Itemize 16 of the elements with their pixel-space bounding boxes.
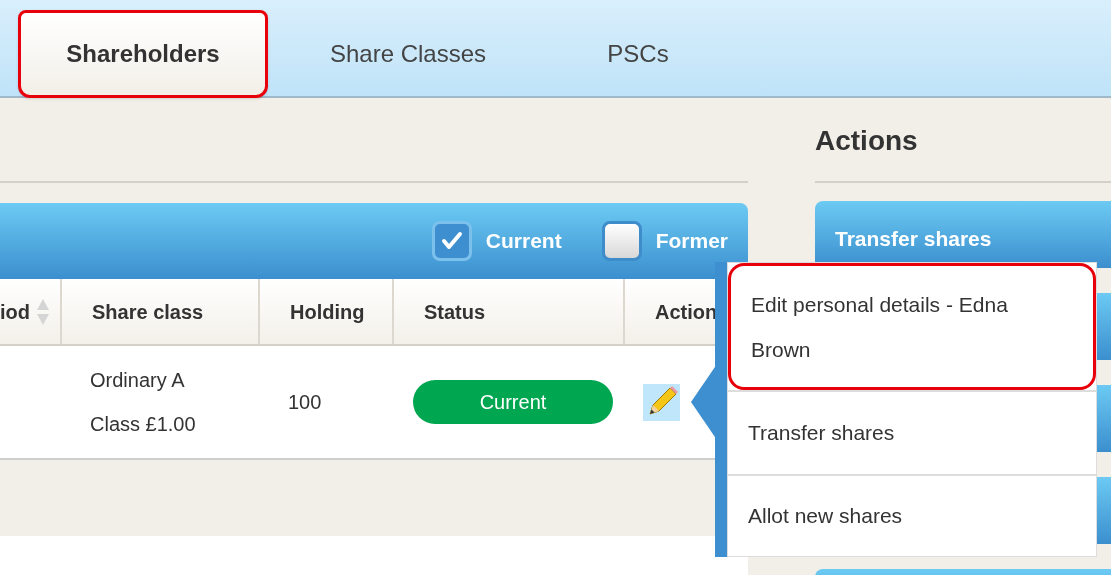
status-badge: Current [413,380,613,424]
menu-item[interactable]: Edit personal details - Edna Brown [728,263,1096,391]
table-cell-text: Ordinary A Class £1.00 [90,368,197,437]
column-header[interactable]: Share class [60,279,258,344]
column-header[interactable]: iod [0,279,60,344]
filter-label: Former [655,228,728,255]
table-cell: 100 [288,391,322,413]
tab[interactable]: Shareholders [18,10,268,98]
tab[interactable]: PSCs [548,10,728,98]
column-header[interactable]: Holding [258,279,392,344]
menu-item[interactable]: Allot new shares [728,473,1096,556]
actions-heading: Actions [815,123,918,158]
menu-item[interactable]: Transfer shares [728,390,1096,474]
column-header[interactable]: Status [392,279,623,344]
filter-label: Current [485,228,562,255]
tab[interactable]: Share Classes [268,10,548,98]
